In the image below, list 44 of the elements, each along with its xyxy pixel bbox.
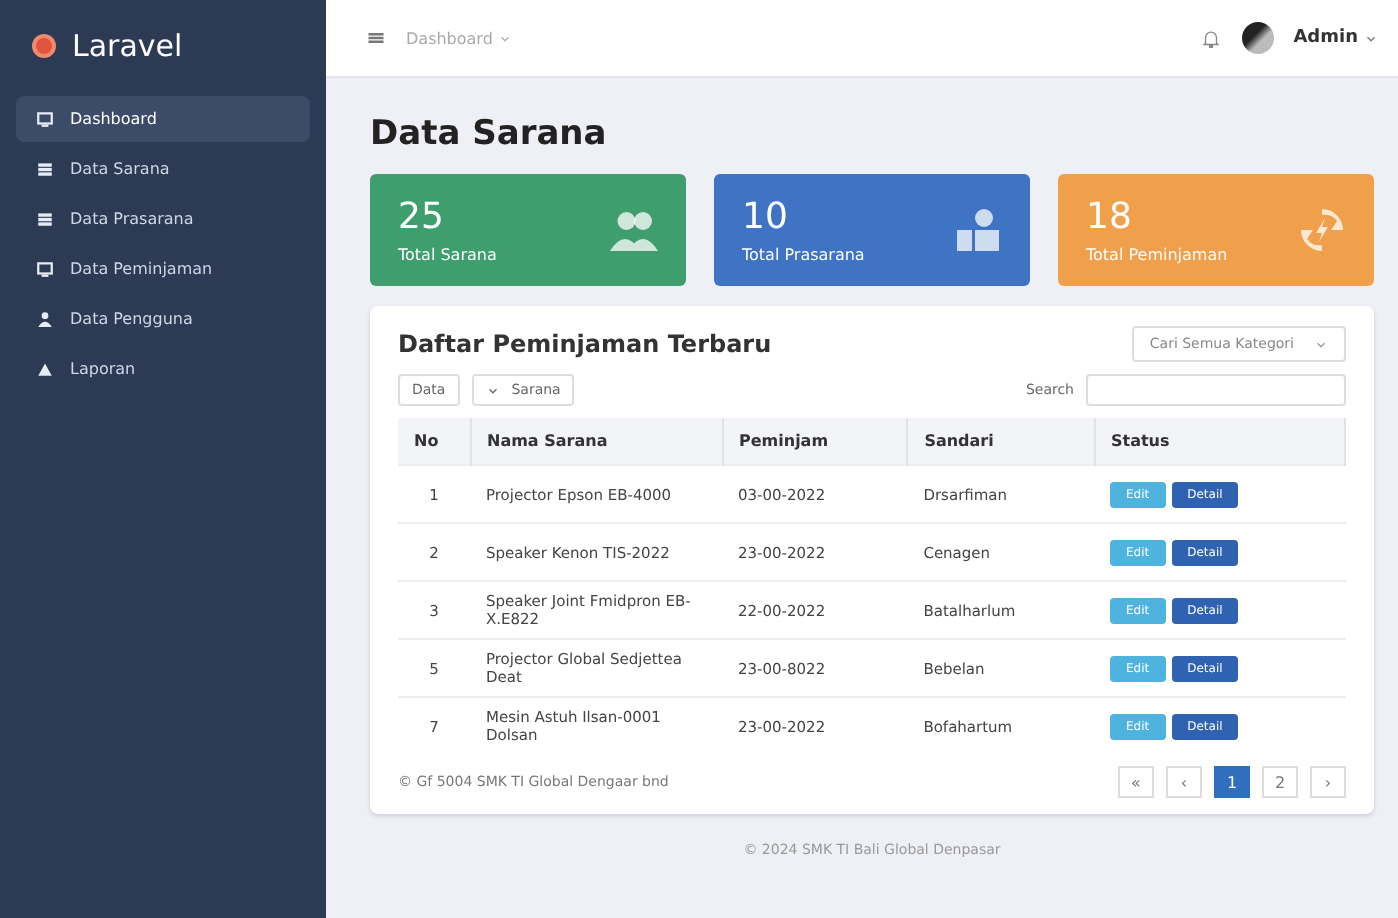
menu-item-icon <box>36 360 54 378</box>
menu-item-icon <box>36 110 54 128</box>
stat-icon <box>954 206 1002 254</box>
avatar <box>1241 22 1274 54</box>
user-menu[interactable]: Admin <box>1293 28 1378 48</box>
caret-icon <box>1364 31 1378 45</box>
stat-value: 10 <box>742 196 790 238</box>
search-field[interactable] <box>1086 374 1346 406</box>
stat-icon <box>610 206 658 254</box>
page-button[interactable]: « <box>1118 766 1154 798</box>
menu-item-icon <box>36 260 54 278</box>
caret-icon <box>498 31 513 45</box>
column-header[interactable]: Sandari <box>907 418 1094 465</box>
stat-label: Total Peminjaman <box>1086 246 1228 264</box>
column-header[interactable]: Nama Sarana <box>470 418 722 465</box>
page-button[interactable]: ‹ <box>1166 766 1202 798</box>
stat-label: Total Sarana <box>398 246 497 264</box>
stat-value: 18 <box>1086 196 1134 238</box>
sidebar-item[interactable]: Dashboard <box>16 96 310 142</box>
page-button[interactable]: › <box>1310 766 1346 798</box>
card-title: Daftar Peminjaman Terbaru <box>398 330 772 358</box>
menu-item-icon <box>36 160 54 178</box>
menu-icon <box>366 28 386 48</box>
sidebar-item[interactable]: Laporan <box>16 346 310 392</box>
stat-value: 25 <box>398 196 446 238</box>
bell-icon <box>1199 27 1222 49</box>
page-title: Data Sarana <box>370 114 609 154</box>
sidebar-item[interactable]: Data Prasarana <box>16 196 310 242</box>
column-header[interactable]: Status <box>1094 418 1345 465</box>
caret-icon <box>1314 337 1328 351</box>
menu-item-icon <box>36 210 54 228</box>
sidebar-item[interactable]: Data Peminjaman <box>16 246 310 292</box>
page-button[interactable]: 1 <box>1214 766 1250 798</box>
page-button[interactable]: 2 <box>1262 766 1298 798</box>
sidebar-item[interactable]: Data Sarana <box>16 146 310 192</box>
stat-icon <box>1298 206 1346 254</box>
stat-label: Total Prasarana <box>742 246 865 264</box>
column-header[interactable]: Peminjam <box>722 418 908 465</box>
caret-icon <box>485 383 500 397</box>
column-header[interactable]: No <box>398 418 470 465</box>
brand-name: Laravel <box>72 28 183 64</box>
menu-item-icon <box>36 310 54 328</box>
sidebar-item[interactable]: Data Pengguna <box>16 296 310 342</box>
logo-icon <box>32 34 56 58</box>
